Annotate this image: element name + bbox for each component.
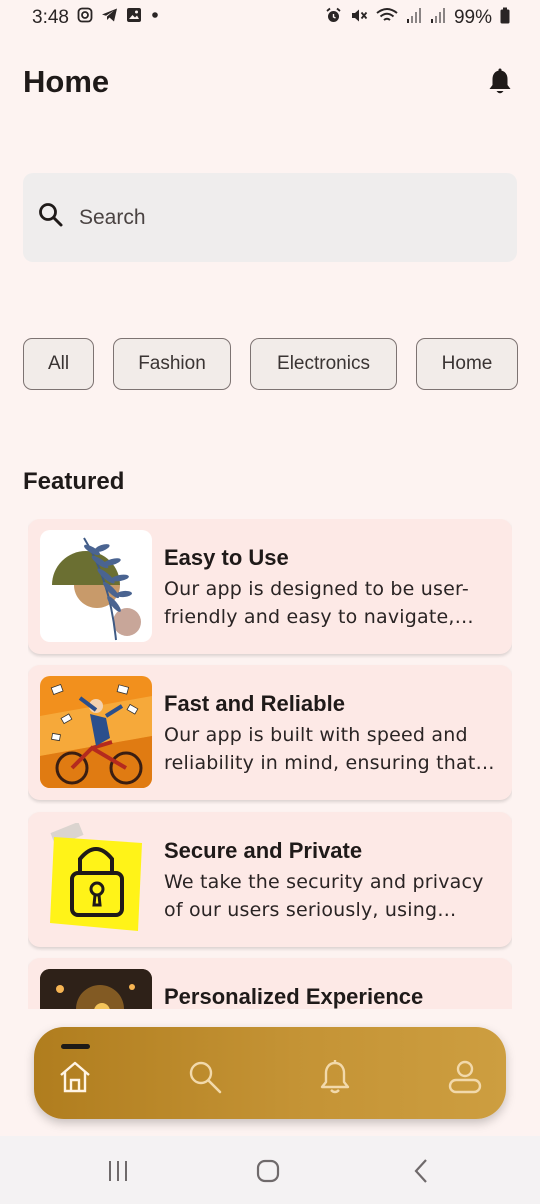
status-bar: 3:48 99%	[0, 0, 540, 36]
featured-list: Easy to Use Our app is designed to be us…	[28, 519, 512, 1009]
gallery-icon	[126, 7, 142, 29]
chip-all[interactable]: All	[23, 338, 94, 390]
mute-icon	[350, 7, 368, 30]
search-icon	[37, 201, 65, 234]
instagram-icon	[77, 7, 93, 29]
chip-electronics[interactable]: Electronics	[250, 338, 397, 390]
search-icon[interactable]	[185, 1057, 225, 1097]
back-icon[interactable]	[405, 1158, 437, 1184]
feature-card[interactable]: Fast and Reliable Our app is built with …	[28, 665, 512, 800]
search-input[interactable]: Search	[23, 173, 517, 262]
search-placeholder: Search	[79, 205, 146, 229]
status-time: 3:48	[32, 7, 69, 28]
feature-description: Our app is designed to be user-friendly …	[164, 578, 469, 628]
padlock-sticky-note-illustration	[40, 823, 152, 935]
leaf-illustration	[40, 530, 152, 642]
battery-icon	[500, 7, 510, 30]
feature-title: Personalized Experience	[164, 984, 424, 1009]
app-header: Home	[23, 60, 518, 104]
bell-icon[interactable]	[482, 64, 518, 100]
chip-fashion[interactable]: Fashion	[113, 338, 231, 390]
profile-icon[interactable]	[445, 1057, 485, 1097]
notifications-icon[interactable]	[315, 1057, 355, 1097]
wifi-icon	[376, 7, 398, 30]
status-left: 3:48	[32, 7, 160, 29]
home-icon[interactable]	[55, 1057, 95, 1097]
alarm-icon	[325, 7, 342, 30]
telegram-icon	[101, 7, 118, 29]
dot-icon	[150, 7, 160, 29]
feature-title: Easy to Use	[164, 545, 289, 570]
system-nav-bar	[0, 1136, 540, 1204]
active-tab-indicator	[61, 1044, 90, 1049]
page-title: Home	[23, 64, 110, 99]
feature-card[interactable]: Easy to Use Our app is designed to be us…	[28, 519, 512, 654]
chip-home[interactable]: Home	[416, 338, 518, 390]
recent-apps-icon[interactable]	[102, 1158, 134, 1184]
feature-title: Fast and Reliable	[164, 691, 345, 716]
signal-icon	[430, 7, 446, 30]
feature-card[interactable]: Personalized Experience	[28, 958, 512, 1009]
signal-icon	[406, 7, 422, 30]
featured-title: Featured	[23, 468, 125, 495]
battery-percent: 99%	[453, 7, 492, 28]
lights-illustration	[40, 969, 152, 1009]
feature-card[interactable]: Secure and Private We take the security …	[28, 812, 512, 947]
feature-title: Secure and Private	[164, 838, 363, 863]
bottom-nav	[34, 1027, 506, 1119]
cyclist-illustration	[40, 676, 152, 788]
home-button-icon[interactable]	[252, 1158, 284, 1184]
feature-description: Our app is built with speed and reliabil…	[164, 724, 476, 774]
status-right: 99%	[325, 7, 510, 30]
feature-description: We take the security and privacy of our …	[164, 871, 484, 921]
